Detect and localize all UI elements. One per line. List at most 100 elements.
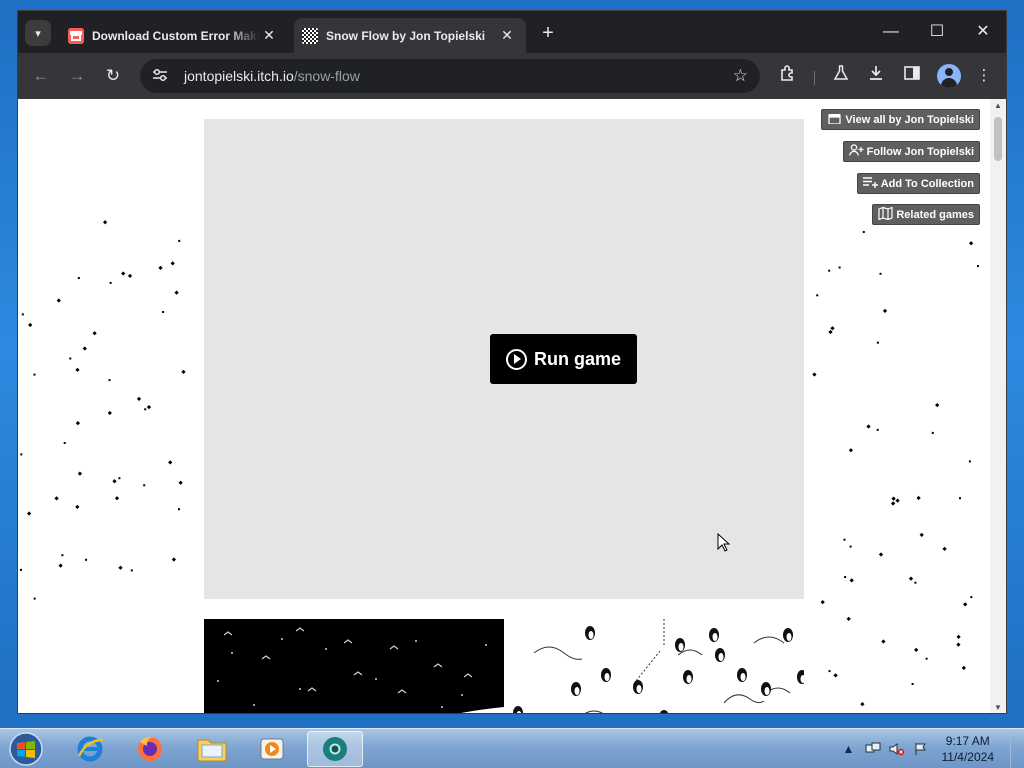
snowflake: [61, 554, 64, 557]
snowflake: [82, 346, 87, 351]
start-button[interactable]: [6, 731, 46, 767]
menu-kebab-icon[interactable]: ⋮: [973, 65, 995, 87]
network-icon[interactable]: [864, 740, 882, 758]
snowflake: [828, 670, 831, 673]
site-info-icon[interactable]: [152, 68, 172, 85]
snowflake: [170, 261, 175, 266]
snowflake: [127, 273, 133, 279]
screenshot-night[interactable]: [204, 619, 504, 713]
penguin: [601, 668, 611, 682]
snowflake: [20, 453, 23, 456]
tab-strip: ▾ Download Custom Error Maker ✕ Snow Flo…: [18, 11, 1006, 53]
internet-explorer-icon: [77, 736, 104, 762]
snowflake: [876, 428, 879, 431]
snowflake: [876, 341, 879, 344]
snowflake: [56, 298, 61, 303]
clock[interactable]: 9:17 AM 11/4/2024: [942, 733, 995, 765]
clock-time: 9:17 AM: [945, 734, 990, 748]
snowflake: [69, 357, 72, 360]
mouse-cursor-icon: [717, 533, 731, 552]
reload-icon[interactable]: ↻: [102, 65, 124, 87]
game-frame[interactable]: Run game: [204, 119, 804, 599]
snowflake: [820, 600, 825, 605]
penguin: [683, 670, 693, 684]
browser-toolbar: ← → ↻ jontopielski.itch.io/snow-flow ☆ ⋮: [18, 53, 1006, 99]
chrome-icon: [323, 737, 347, 761]
run-game-button[interactable]: Run game: [490, 334, 637, 384]
snowflake: [882, 308, 888, 313]
labs-flask-icon[interactable]: [830, 65, 852, 87]
snowflake: [77, 277, 80, 279]
tab-title: Snow Flow by Jon Topielski: [326, 28, 486, 43]
screenshot-penguins[interactable]: [504, 619, 804, 713]
taskbar-internet-explorer[interactable]: [62, 731, 118, 767]
snowflake: [848, 448, 854, 453]
extensions-icon[interactable]: [776, 65, 798, 87]
snowflake: [816, 294, 819, 297]
related-games-button[interactable]: Related games: [872, 204, 980, 225]
snowflake: [108, 379, 111, 382]
view-all-by-author-button[interactable]: View all by Jon Topielski: [821, 109, 980, 130]
snowflake: [908, 576, 914, 581]
snowflake: [143, 484, 146, 487]
screenshot-strip: [204, 619, 804, 713]
snowflake: [846, 616, 851, 621]
snowflake: [849, 578, 854, 583]
download-icon[interactable]: [865, 65, 887, 87]
show-hidden-icons-icon[interactable]: ▲: [840, 740, 858, 758]
scroll-down-icon[interactable]: ▼: [990, 701, 1006, 713]
map-icon: [878, 206, 893, 223]
snowflake: [849, 545, 852, 548]
taskbar-media-player[interactable]: [244, 731, 300, 767]
snowflake: [977, 265, 979, 268]
maximize-button[interactable]: ☐: [914, 19, 960, 45]
scroll-up-icon[interactable]: ▲: [990, 99, 1006, 113]
minimize-button[interactable]: —: [868, 19, 914, 45]
snowflake: [75, 367, 80, 372]
snowflake: [107, 410, 112, 416]
penguin: [513, 706, 523, 713]
scrollbar-thumb[interactable]: [994, 117, 1002, 161]
new-tab-button[interactable]: +: [538, 22, 558, 45]
bookmark-star-icon[interactable]: ☆: [733, 66, 748, 86]
snowflake: [146, 405, 152, 410]
tab-close-icon[interactable]: ✕: [498, 27, 516, 44]
close-window-button[interactable]: ✕: [960, 19, 1006, 45]
tab-close-icon[interactable]: ✕: [260, 27, 278, 44]
follow-label: Follow Jon Topielski: [866, 145, 974, 158]
snowflake: [838, 266, 841, 269]
snowflake: [956, 642, 961, 647]
back-arrow-icon[interactable]: ←: [30, 65, 52, 87]
snowflake: [112, 479, 117, 484]
snowflake: [866, 424, 871, 429]
taskbar-firefox[interactable]: [122, 731, 178, 767]
taskbar-file-explorer[interactable]: [184, 731, 240, 767]
penguin: [633, 680, 643, 694]
follow-author-button[interactable]: Follow Jon Topielski: [842, 141, 980, 162]
volume-muted-icon[interactable]: [888, 740, 906, 758]
snowflake: [942, 546, 947, 551]
add-to-collection-button[interactable]: Add To Collection: [856, 173, 980, 194]
itch-icon: [68, 27, 84, 44]
tab-snow-flow[interactable]: Snow Flow by Jon Topielski ✕: [294, 18, 526, 53]
side-panel-icon[interactable]: [901, 65, 923, 87]
penguin: [737, 668, 747, 682]
snowflake: [63, 442, 66, 444]
penguin: [585, 626, 595, 640]
action-center-flag-icon[interactable]: [912, 740, 930, 758]
address-bar[interactable]: jontopielski.itch.io/snow-flow ☆: [140, 59, 760, 93]
snowflake: [178, 508, 180, 511]
tab-custom-error-maker[interactable]: Download Custom Error Maker ✕: [60, 18, 288, 53]
taskbar-chrome[interactable]: [307, 731, 363, 767]
profile-avatar-icon[interactable]: [937, 64, 961, 88]
show-desktop-button[interactable]: [1010, 729, 1024, 768]
penguin: [571, 682, 581, 696]
snowflake: [118, 477, 121, 480]
forward-arrow-icon[interactable]: →: [66, 65, 88, 87]
tab-search-button[interactable]: ▾: [25, 20, 51, 46]
snowflake: [914, 581, 917, 584]
snowflake: [828, 329, 833, 335]
snow-flow-icon: [302, 27, 318, 44]
snowflake: [75, 421, 81, 426]
page-scrollbar[interactable]: ▲ ▼: [990, 99, 1006, 713]
